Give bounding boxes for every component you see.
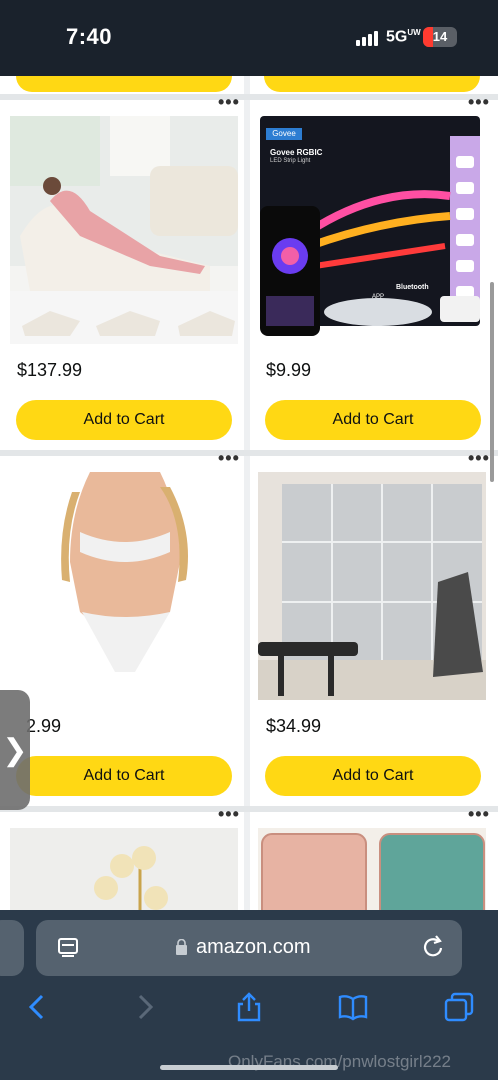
bookmarks-icon[interactable] xyxy=(338,992,368,1022)
box-title: Govee RGBIC xyxy=(270,148,323,157)
product-card[interactable]: ••• $34.99 Add to Cart xyxy=(250,448,498,806)
product-image-mirror-tiles[interactable] xyxy=(258,472,486,700)
battery-icon: 14 xyxy=(423,27,457,47)
box-brand-label: Govee xyxy=(266,128,302,140)
box-bluetooth-label: Bluetooth xyxy=(396,284,429,291)
tabs-icon[interactable] xyxy=(444,992,474,1022)
add-to-cart-button-partial[interactable] xyxy=(264,76,480,92)
product-price: $137.99 xyxy=(17,360,83,380)
product-card[interactable]: Govee Govee RGBIC LED Strip Light APP Bl… xyxy=(250,92,498,450)
product-price: $34.99 xyxy=(266,716,322,736)
address-bar[interactable]: amazon.com xyxy=(36,920,462,976)
side-panel-toggle[interactable]: ❯ xyxy=(0,690,30,810)
product-image-floor-lamp[interactable] xyxy=(10,828,238,910)
network-indicator: 5GUW xyxy=(386,28,421,46)
product-image-wedge-pillow[interactable] xyxy=(10,116,238,344)
reload-icon[interactable] xyxy=(422,934,446,960)
add-to-cart-button[interactable]: Add to Cart xyxy=(16,400,232,440)
back-icon[interactable] xyxy=(22,992,52,1022)
box-app-label: APP xyxy=(372,294,385,300)
more-options-icon[interactable]: ••• xyxy=(468,448,490,469)
share-icon[interactable] xyxy=(234,992,264,1022)
lock-icon xyxy=(176,939,187,955)
product-card[interactable]: ••• $137.99 Add to Cart xyxy=(0,92,244,450)
more-options-icon[interactable]: ••• xyxy=(218,92,240,113)
previous-tab-preview[interactable] xyxy=(0,920,24,976)
reader-mode-icon[interactable] xyxy=(58,936,78,960)
home-indicator[interactable] xyxy=(160,1065,338,1070)
more-options-icon[interactable]: ••• xyxy=(218,448,240,469)
add-to-cart-button[interactable]: Add to Cart xyxy=(265,400,481,440)
product-price: 2.99 xyxy=(26,716,62,736)
status-bar: 7:40 5GUW 14 xyxy=(0,0,498,76)
scrollbar[interactable] xyxy=(490,282,494,482)
forward-icon[interactable] xyxy=(130,992,160,1022)
product-card[interactable]: ••• xyxy=(250,804,498,910)
url-text[interactable]: amazon.com xyxy=(196,936,311,959)
more-options-icon[interactable]: ••• xyxy=(218,804,240,825)
product-image-lingerie[interactable] xyxy=(10,472,238,700)
browser-toolbar: amazon.com OnlyFans.com/pnwlostgirl222 xyxy=(0,910,498,1080)
box-subtitle: LED Strip Light xyxy=(270,158,311,164)
status-time: 7:40 xyxy=(66,24,113,49)
product-image-led-strip[interactable]: Govee Govee RGBIC LED Strip Light APP Bl… xyxy=(260,116,488,344)
network-sup: UW xyxy=(407,28,421,37)
product-card[interactable]: ••• xyxy=(0,804,244,910)
product-image-pillows[interactable] xyxy=(258,828,486,910)
more-options-icon[interactable]: ••• xyxy=(468,92,490,113)
more-options-icon[interactable]: ••• xyxy=(468,804,490,825)
product-card[interactable]: ••• 2.99 Add to Cart xyxy=(0,448,244,806)
add-to-cart-button-partial[interactable] xyxy=(16,76,232,92)
product-price: $9.99 xyxy=(266,360,312,380)
signal-icon xyxy=(356,30,378,46)
network-label: 5G xyxy=(386,28,408,46)
product-grid: ••• $137.99 Add to Cart Govee Govee RGBI… xyxy=(0,76,498,910)
add-to-cart-button[interactable]: Add to Cart xyxy=(16,756,232,796)
add-to-cart-button[interactable]: Add to Cart xyxy=(265,756,481,796)
battery-level: 14 xyxy=(432,29,448,44)
